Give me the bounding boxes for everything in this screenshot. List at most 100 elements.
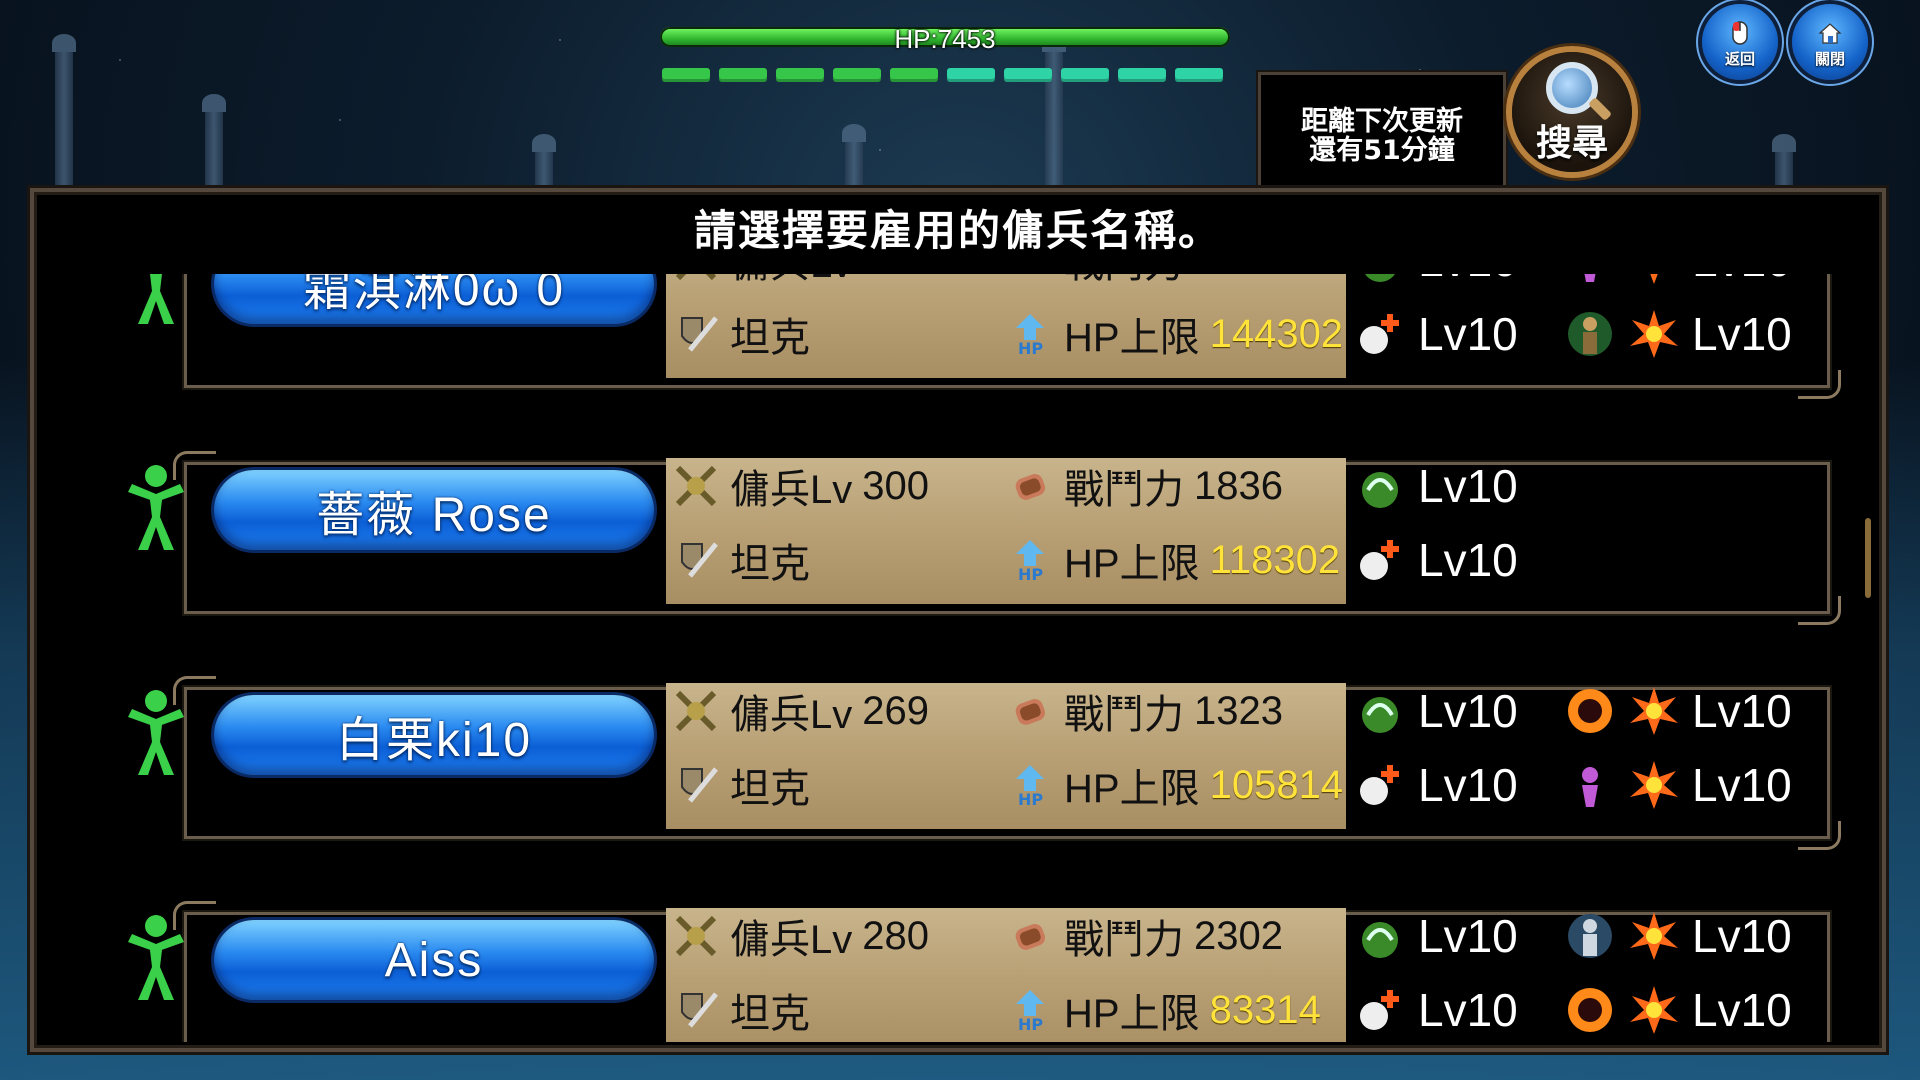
skill-level: Lv10 <box>1418 759 1518 811</box>
crossed-swords-icon <box>675 690 717 732</box>
explosion-icon <box>1630 761 1678 809</box>
hp-max-value: 118302 <box>1209 537 1341 582</box>
explosion-icon <box>1630 986 1678 1034</box>
swirl-skill-icon <box>1362 922 1398 958</box>
skill-slot: Lv10 <box>1354 908 1518 964</box>
mercenary-name-button[interactable]: 薔薇 Rose <box>214 470 654 550</box>
mercenary-row[interactable]: 白栗ki10 傭兵Lv 269 戰鬥力 1323 坦克 HP HP上限 1058… <box>128 676 1841 850</box>
stats-panel: 傭兵Lv 269 戰鬥力 1323 坦克 HP HP上限 105814 <box>666 683 1346 829</box>
mercenary-name-button[interactable]: 白栗ki10 <box>214 695 654 775</box>
hp-segment <box>1118 68 1166 82</box>
skill-slot: Lv10 <box>1354 683 1518 739</box>
skill-slot: Lv10 <box>1564 757 1792 813</box>
level-label: 傭兵Lv <box>730 468 853 512</box>
shield-sword-icon <box>681 542 718 578</box>
skill-slot: Lv10 <box>1564 908 1792 964</box>
hp-up-icon: HP <box>1016 540 1044 584</box>
crossed-swords-icon <box>675 915 717 957</box>
hp-segment <box>1004 68 1052 82</box>
role-value: 坦克 <box>730 316 810 360</box>
hp-max-label: HP上限 <box>1064 316 1200 360</box>
mercenary-name: Aiss <box>384 933 484 987</box>
close-label: 關閉 <box>1814 49 1845 68</box>
hp-segment <box>1175 68 1223 82</box>
list-scrollbar[interactable] <box>1865 518 1871 598</box>
skill-level: Lv10 <box>1692 910 1792 962</box>
explosion-icon <box>1630 310 1678 358</box>
hp-segment <box>947 68 995 82</box>
pillar-decoration <box>532 134 556 190</box>
hp-max-stat: HP HP上限 83314 <box>1006 982 1321 1038</box>
explosion-icon <box>1630 912 1678 960</box>
fist-icon <box>1015 474 1046 500</box>
role-value: 坦克 <box>730 542 810 586</box>
skill-level: Lv10 <box>1418 984 1518 1036</box>
explosion-icon <box>1630 687 1678 735</box>
dark-flame-icon <box>1568 689 1612 733</box>
skill-level: Lv10 <box>1692 274 1792 287</box>
skill-level: Lv10 <box>1418 534 1518 586</box>
swirl-skill-icon <box>1362 472 1398 508</box>
hp-segment <box>776 68 824 82</box>
hp-max-label: HP上限 <box>1064 992 1200 1036</box>
search-label: 搜尋 <box>1535 123 1608 164</box>
power-label: 戰鬥力 <box>1064 918 1184 962</box>
mouse-icon <box>1732 20 1748 45</box>
power-stat: 戰鬥力 1836 <box>1006 458 1283 514</box>
hp-segment <box>890 68 938 82</box>
crossed-swords-icon <box>675 465 717 507</box>
swirl-skill-icon <box>1362 697 1398 733</box>
hp-up-icon: HP <box>1016 990 1044 1034</box>
skills-panel: Lv10 Lv10 Lv10 Lv10 <box>1354 683 1824 829</box>
role-stat: 坦克 <box>672 306 810 362</box>
mercenary-row[interactable]: Aiss 傭兵Lv 280 戰鬥力 2302 坦克 HP HP上限 83314 … <box>128 901 1840 1042</box>
close-button[interactable]: 關閉 <box>1792 4 1868 80</box>
purple-spirit-icon <box>1584 274 1596 282</box>
swirl-skill-icon <box>1365 274 1395 282</box>
skill-slot: Lv10 <box>1354 458 1518 514</box>
mercenary-name-button[interactable]: Aiss <box>214 920 654 1000</box>
hp-max-value: 83314 <box>1209 987 1321 1032</box>
role-stat: 坦克 <box>672 532 810 588</box>
svg-text:HP: HP <box>1018 565 1043 584</box>
level-value: 280 <box>862 913 929 958</box>
hp-max-value: 105814 <box>1209 762 1344 807</box>
mercenary-name-button[interactable]: 霜淇淋0ω 0 <box>214 274 654 324</box>
mercenary-list[interactable]: 霜淇淋0ω 0 傭兵Lv 240 戰鬥力 710 坦克 HP <box>34 274 1882 1042</box>
skill-slot: Lv10 <box>1354 306 1518 362</box>
level-label: 傭兵Lv <box>730 274 852 289</box>
skill-level: Lv10 <box>1418 274 1518 287</box>
stats-panel: 傭兵Lv 280 戰鬥力 2302 坦克 HP HP上限 83314 <box>666 908 1346 1042</box>
explosion-icon <box>1650 274 1658 284</box>
skills-panel: Lv10 Lv10 <box>1354 458 1824 604</box>
mercenary-row[interactable]: 霜淇淋0ω 0 傭兵Lv 240 戰鬥力 710 坦克 HP <box>138 274 1841 399</box>
level-stat: 傭兵Lv 280 <box>672 908 929 964</box>
mercenary-name: 薔薇 Rose <box>316 489 552 542</box>
potion-plus-icon <box>1360 540 1399 580</box>
role-stat: 坦克 <box>672 757 810 813</box>
back-button[interactable]: 返回 <box>1702 4 1778 80</box>
potion-plus-icon <box>1360 765 1399 805</box>
mercenary-name: 霜淇淋0ω 0 <box>302 274 566 316</box>
hp-max-label: HP上限 <box>1064 767 1200 811</box>
skill-slot: Lv10 <box>1564 306 1792 362</box>
shield-sword-icon <box>681 992 718 1028</box>
power-label: 戰鬥力 <box>1064 693 1184 737</box>
person-icon <box>128 690 184 775</box>
pillar-decoration <box>842 124 866 190</box>
purple-spirit-icon <box>1582 767 1598 807</box>
level-stat: 傭兵Lv 269 <box>672 683 929 739</box>
skill-level: Lv10 <box>1692 685 1792 737</box>
timer-line-2: 還有51分鐘 <box>1309 135 1455 166</box>
fist-icon <box>1015 924 1046 950</box>
hp-segment <box>1061 68 1109 82</box>
skill-slot: Lv10 <box>1354 757 1518 813</box>
skill-level: Lv10 <box>1418 460 1518 512</box>
fist-icon <box>1015 699 1046 725</box>
timer-line-1: 距離下次更新 <box>1301 106 1463 137</box>
hp-max-stat: HP HP上限 144302 <box>1006 306 1343 362</box>
person-icon <box>128 915 184 1000</box>
mercenary-row[interactable]: 薔薇 Rose 傭兵Lv 300 戰鬥力 1836 坦克 HP HP上限 118… <box>128 451 1841 625</box>
skill-slot: Lv10 <box>1564 982 1792 1038</box>
search-button[interactable]: 搜尋 <box>1512 52 1632 172</box>
